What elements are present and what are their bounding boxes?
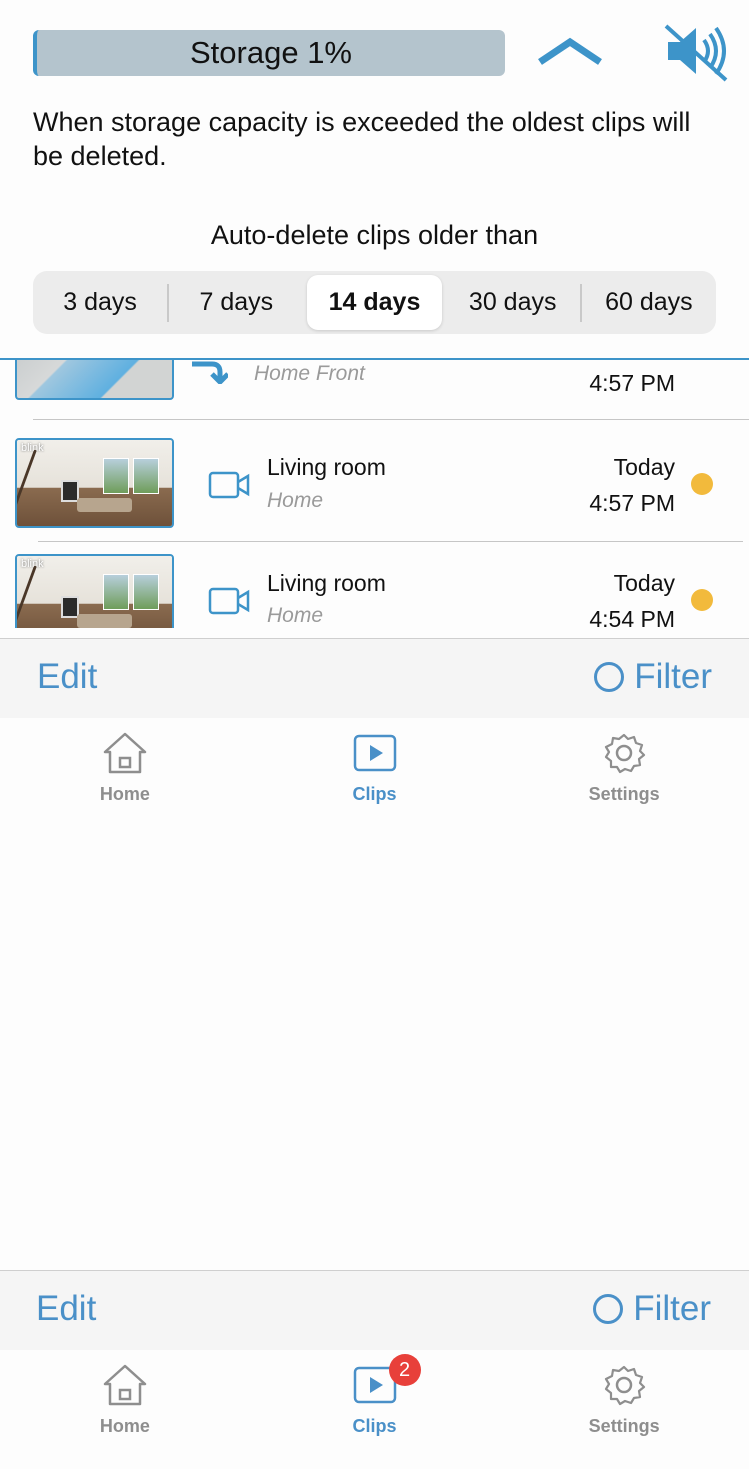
filter-label: Filter bbox=[633, 1289, 711, 1328]
list-top-divider bbox=[0, 358, 749, 360]
clip-day: Today bbox=[613, 454, 675, 480]
clips-toolbar-bottom: Edit Filter bbox=[0, 1270, 749, 1350]
camera-icon bbox=[208, 471, 250, 499]
row-divider bbox=[38, 541, 743, 542]
gear-icon bbox=[605, 733, 646, 774]
storage-bar[interactable]: Storage 1% bbox=[33, 30, 505, 76]
edit-button[interactable]: Edit bbox=[37, 657, 97, 697]
storage-label: Storage 1% bbox=[190, 35, 352, 70]
filter-button[interactable]: Filter bbox=[594, 657, 712, 697]
filter-circle-icon bbox=[594, 662, 625, 692]
clips-toolbar: Edit Filter bbox=[0, 638, 749, 718]
brand-watermark: blink bbox=[21, 558, 44, 570]
collapse-chevron-button[interactable] bbox=[534, 30, 606, 74]
clip-location: Home bbox=[267, 604, 324, 627]
option-14-days[interactable]: 14 days bbox=[307, 275, 442, 330]
clip-time: 4:54 PM bbox=[589, 606, 675, 628]
option-60-days[interactable]: 60 days bbox=[582, 271, 716, 334]
tab-settings-label: Settings bbox=[588, 784, 660, 804]
motion-arrow-icon bbox=[192, 361, 228, 384]
clip-location: Home bbox=[267, 489, 324, 512]
tab-clips-label: Clips bbox=[352, 1416, 397, 1436]
storage-info-text: When storage capacity is exceeded the ol… bbox=[33, 107, 691, 171]
unread-dot bbox=[691, 589, 713, 611]
tab-clips[interactable]: Clips bbox=[250, 718, 500, 818]
clip-name: Living room bbox=[267, 570, 386, 596]
tab-clips[interactable]: 2 Clips bbox=[250, 1350, 500, 1450]
row-divider bbox=[33, 419, 749, 420]
speaker-muted-icon bbox=[664, 24, 728, 82]
camera-icon bbox=[208, 587, 250, 615]
filter-circle-icon bbox=[593, 1294, 624, 1324]
clip-time: 4:57 PM bbox=[589, 490, 675, 516]
clips-icon bbox=[353, 734, 396, 772]
tab-bar: Home Clips Settings bbox=[0, 718, 749, 818]
tab-settings[interactable]: Settings bbox=[499, 1350, 749, 1450]
brand-watermark: blink bbox=[21, 442, 44, 454]
clip-name: Living room bbox=[267, 454, 386, 480]
option-30-days[interactable]: 30 days bbox=[446, 271, 580, 334]
tab-settings[interactable]: Settings bbox=[499, 718, 749, 818]
auto-delete-selector: 3 days 7 days 14 days 30 days 60 days bbox=[33, 271, 716, 334]
clip-location: Home Front bbox=[254, 362, 365, 385]
tab-clips-label: Clips bbox=[352, 784, 397, 804]
tab-home[interactable]: Home bbox=[0, 1350, 250, 1450]
chevron-up-icon bbox=[538, 37, 602, 65]
filter-button[interactable]: Filter bbox=[593, 1289, 711, 1329]
clip-day: Today bbox=[613, 570, 675, 596]
tab-bar-bottom: Home 2 Clips Settings bbox=[0, 1350, 749, 1450]
gear-icon bbox=[605, 1365, 646, 1406]
tab-home-label: Home bbox=[99, 784, 150, 804]
clip-thumbnail[interactable] bbox=[15, 358, 174, 400]
tab-settings-label: Settings bbox=[588, 1416, 660, 1436]
home-icon bbox=[103, 732, 147, 774]
clip-thumbnail[interactable]: blink bbox=[15, 438, 174, 528]
clip-list[interactable]: Home Front 4:57 PM blink Living room Hom… bbox=[0, 358, 749, 628]
clip-thumbnail[interactable]: blink bbox=[15, 554, 174, 628]
option-7-days[interactable]: 7 days bbox=[169, 271, 303, 334]
option-3-days[interactable]: 3 days bbox=[33, 271, 167, 334]
home-icon bbox=[103, 1364, 147, 1406]
clips-badge: 2 bbox=[388, 1354, 421, 1386]
mute-button[interactable] bbox=[660, 20, 732, 84]
tab-home-label: Home bbox=[99, 1416, 150, 1436]
clip-time: 4:57 PM bbox=[589, 370, 675, 396]
tab-home[interactable]: Home bbox=[0, 718, 250, 818]
filter-label: Filter bbox=[634, 657, 712, 696]
unread-dot bbox=[691, 473, 713, 495]
edit-button[interactable]: Edit bbox=[36, 1289, 96, 1329]
auto-delete-title: Auto-delete clips older than bbox=[210, 220, 539, 250]
